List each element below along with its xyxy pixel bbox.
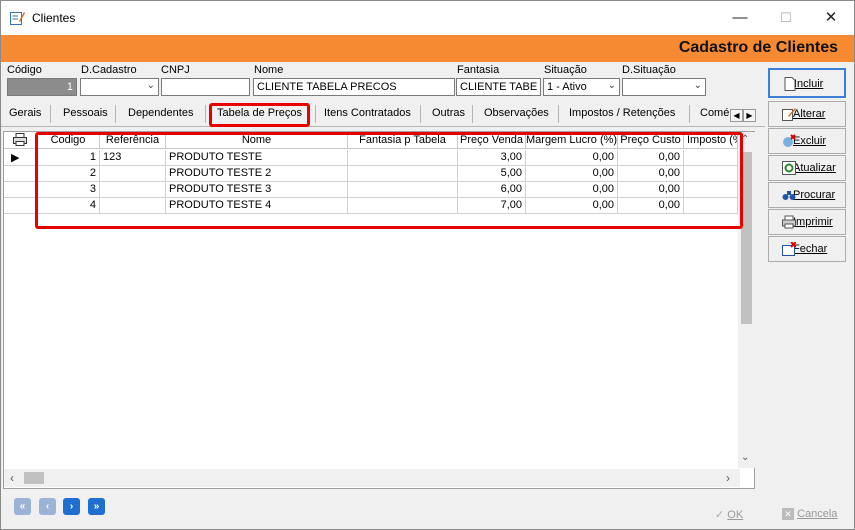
situacao-select[interactable]: 1 - Ativo ⌄ <box>543 78 620 96</box>
cancel-icon: ✕ <box>782 508 794 520</box>
tab-observacoes[interactable]: Observações <box>484 105 549 125</box>
situacao-label: Situação <box>544 64 587 76</box>
first-record-button[interactable]: « <box>14 498 31 515</box>
tab-pessoais[interactable]: Pessoais <box>63 105 108 125</box>
nome-label: Nome <box>254 64 284 76</box>
tab-divider <box>472 105 473 123</box>
window: Clientes — ☐ ✕ Cadastro de Clientes Códi… <box>0 0 855 530</box>
fechar-button[interactable]: Fechar <box>768 236 846 262</box>
tab-itens-contratados[interactable]: Itens Contratados <box>324 105 411 125</box>
check-icon: ✓ <box>715 509 725 521</box>
maximize-button[interactable]: ☐ <box>763 1 809 35</box>
procurar-button[interactable]: Procurar <box>768 182 846 208</box>
window-title: Clientes <box>32 11 76 25</box>
cancela-button[interactable]: ✕ Cancela <box>782 501 837 527</box>
ok-button[interactable]: ✓ OK <box>715 501 743 527</box>
tab-divider <box>205 105 206 123</box>
procurar-label: Procurar <box>793 189 836 201</box>
close-button[interactable]: ✕ <box>808 1 854 35</box>
chevron-down-icon: ⌄ <box>146 80 155 91</box>
excluir-button[interactable]: Excluir <box>768 128 846 154</box>
header-banner: Cadastro de Clientes <box>1 35 854 62</box>
binoculars-icon <box>782 191 796 200</box>
incluir-label: Incluir <box>794 78 824 90</box>
scrollbar-thumb[interactable] <box>24 472 44 484</box>
row-indicator: ▶ <box>4 150 37 166</box>
fechar-label: Fechar <box>793 243 828 255</box>
tab-comercial[interactable]: Comé <box>700 105 729 125</box>
tab-divider <box>115 105 116 123</box>
horizontal-scrollbar[interactable]: ‹ › <box>4 469 740 487</box>
ok-label: OK <box>727 509 744 521</box>
tab-gerais[interactable]: Gerais <box>9 105 41 125</box>
print-header-cell[interactable] <box>4 132 37 149</box>
incluir-button[interactable]: Incluir <box>768 68 846 98</box>
minimize-button[interactable]: — <box>717 1 763 35</box>
chevron-right-icon[interactable]: › <box>726 471 730 485</box>
tab-outras[interactable]: Outras <box>432 105 465 125</box>
row-indicator <box>4 198 37 214</box>
alterar-label: Alterar <box>793 108 826 120</box>
fantasia-field[interactable]: CLIENTE TABE <box>456 78 541 96</box>
tab-scroll-right-button[interactable]: ▶ <box>743 109 756 122</box>
cnpj-field[interactable] <box>161 78 250 96</box>
tab-dependentes[interactable]: Dependentes <box>128 105 193 125</box>
tab-highlight-box <box>209 103 310 127</box>
situacao-value: 1 - Ativo <box>547 81 587 93</box>
alterar-button[interactable]: Alterar <box>768 101 846 127</box>
dsituacao-field[interactable]: ⌄ <box>622 78 706 96</box>
tab-divider <box>689 105 690 123</box>
tab-divider <box>420 105 421 123</box>
edit-icon <box>782 108 796 121</box>
next-record-button[interactable]: › <box>63 498 80 515</box>
tab-divider <box>315 105 316 123</box>
delete-icon <box>783 134 796 147</box>
tab-scroll-left-button[interactable]: ◀ <box>730 109 743 122</box>
imprimir-button[interactable]: Imprimir <box>768 209 846 235</box>
chevron-left-icon[interactable]: ‹ <box>10 471 14 485</box>
tab-impostos-retencoes[interactable]: Impostos / Retenções <box>569 105 675 125</box>
excluir-label: Excluir <box>793 135 827 147</box>
fantasia-label: Fantasia <box>457 64 500 76</box>
chevron-down-icon: ⌄ <box>607 80 616 91</box>
dcadastro-label: D.Cadastro <box>81 64 137 76</box>
cnpj-label: CNPJ <box>161 64 190 76</box>
codigo-field[interactable]: 1 <box>7 78 77 96</box>
codigo-label: Código <box>7 64 42 76</box>
previous-record-button[interactable]: ‹ <box>39 498 56 515</box>
chevron-down-icon: ⌄ <box>693 80 702 91</box>
printer-icon <box>782 215 796 229</box>
chevron-down-icon[interactable]: ⌄ <box>741 452 749 463</box>
last-record-button[interactable]: » <box>88 498 105 515</box>
cancela-label: Cancela <box>797 508 838 520</box>
title-bar: Clientes — ☐ ✕ <box>1 1 854 35</box>
imprimir-label: Imprimir <box>793 216 833 228</box>
tab-divider <box>50 105 51 123</box>
tab-divider <box>558 105 559 123</box>
grid-highlight-box <box>35 132 743 229</box>
new-document-icon <box>784 77 796 91</box>
atualizar-label: Atualizar <box>793 162 836 174</box>
refresh-icon <box>782 161 796 175</box>
atualizar-button[interactable]: Atualizar <box>768 155 846 181</box>
page-title: Cadastro de Clientes <box>678 39 838 56</box>
dcadastro-field[interactable]: ⌄ <box>80 78 159 96</box>
row-indicator <box>4 182 37 198</box>
printer-icon <box>13 133 27 146</box>
row-indicator <box>4 166 37 182</box>
dsituacao-label: D.Situação <box>622 64 676 76</box>
edit-document-icon <box>10 12 25 25</box>
nome-field[interactable]: CLIENTE TABELA PRECOS <box>253 78 455 96</box>
close-window-icon <box>782 242 796 256</box>
